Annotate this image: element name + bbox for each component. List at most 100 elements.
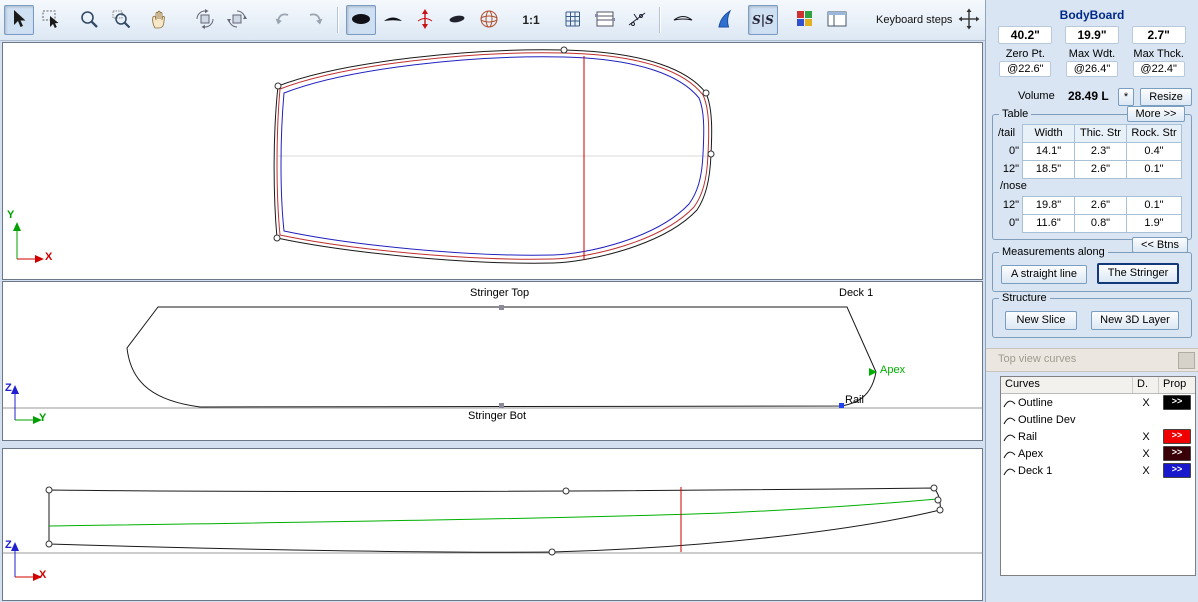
redo-button[interactable] — [300, 5, 330, 35]
table-cell[interactable]: 0.4" — [1126, 142, 1182, 161]
table-cell[interactable]: 14.1" — [1022, 142, 1075, 161]
table-cell[interactable]: 2.3" — [1074, 142, 1127, 161]
cut-button[interactable] — [622, 5, 652, 35]
curve-prop-button[interactable]: >> — [1163, 395, 1191, 410]
thickness-view-button[interactable] — [410, 5, 440, 35]
curve-row-rail[interactable]: Rail X >> — [1001, 428, 1195, 445]
slice-outline[interactable] — [126, 306, 877, 408]
table-cell[interactable]: 1.9" — [1126, 214, 1182, 233]
slice-ellipse-icon — [446, 8, 468, 33]
star-button[interactable]: * — [1118, 88, 1134, 106]
profile-view-canvas[interactable] — [3, 449, 982, 600]
ss-label: S|S — [752, 13, 774, 27]
table-cell[interactable]: 18.5" — [1022, 160, 1075, 179]
colors-button[interactable] — [790, 5, 820, 35]
curve-lens-button[interactable] — [668, 5, 698, 35]
table-cell[interactable]: 2.6" — [1074, 196, 1127, 215]
table-group: Table More >> /tail Width Thic. Str Rock… — [992, 106, 1192, 240]
curves-dock-bar: Top view curves — [986, 348, 1198, 372]
curve-row-outline-dev[interactable]: Outline Dev — [1001, 411, 1195, 428]
profile-outline[interactable] — [48, 487, 941, 553]
curve-icon — [1003, 468, 1016, 475]
orbit-vertical-tool-button[interactable] — [222, 5, 252, 35]
curve-display-toggle[interactable]: X — [1133, 397, 1159, 409]
stringer-bot-label: Stringer Bot — [468, 410, 527, 422]
y-axis-label: Y — [39, 412, 47, 424]
zero-pt-at-value[interactable]: @22.6" — [999, 61, 1052, 77]
pointer-tool-button[interactable] — [4, 5, 34, 35]
move-tool-button[interactable] — [954, 5, 984, 35]
table-cell[interactable]: 11.6" — [1022, 214, 1075, 233]
grid-button[interactable] — [558, 5, 588, 35]
table-cell[interactable]: 19.8" — [1022, 196, 1075, 215]
sphere-wireframe-icon — [478, 8, 500, 33]
zoom-window-tool-button[interactable] — [106, 5, 136, 35]
curve-icon — [1003, 417, 1016, 424]
curve-row-deck1[interactable]: Deck 1 X >> — [1001, 462, 1195, 479]
curve-prop-button[interactable]: >> — [1163, 446, 1191, 461]
table-cell[interactable]: 0.1" — [1126, 160, 1182, 179]
curve-row-apex[interactable]: Apex X >> — [1001, 445, 1195, 462]
curve-display-toggle[interactable]: X — [1133, 465, 1159, 477]
slice-table-button[interactable] — [590, 5, 620, 35]
curves-dock-button[interactable] — [1178, 352, 1195, 369]
max-thickness-value[interactable]: 2.7" — [1131, 26, 1186, 44]
curve-name[interactable]: Outline Dev — [1018, 414, 1075, 426]
slice-view-button[interactable] — [442, 5, 472, 35]
top-view-canvas[interactable] — [3, 43, 982, 279]
profile-view-panel[interactable]: Z X — [2, 448, 983, 601]
slice-table-icon — [594, 8, 616, 33]
outline-curve[interactable] — [273, 49, 713, 264]
table-cell[interactable]: 0.1" — [1126, 196, 1182, 215]
max-width-value[interactable]: 19.9" — [1065, 26, 1119, 44]
curves-dock-title: Top view curves — [998, 353, 1077, 365]
table-cell[interactable]: 0.8" — [1074, 214, 1127, 233]
orbit-vertical-icon — [226, 8, 248, 33]
curve-prop-button[interactable]: >> — [1163, 463, 1191, 478]
control-points[interactable] — [273, 46, 715, 242]
resize-button[interactable]: Resize — [1140, 88, 1192, 106]
hand-icon — [148, 8, 170, 33]
curve-name[interactable]: Apex — [1018, 448, 1043, 460]
volume-label: Volume — [1018, 90, 1055, 102]
thic-str-header[interactable]: Thic. Str — [1074, 124, 1127, 143]
ss-mode-button[interactable]: S|S — [748, 5, 778, 35]
fin-button[interactable] — [710, 5, 740, 35]
zoom-tool-button[interactable] — [74, 5, 104, 35]
more-button[interactable]: More >> — [1127, 106, 1185, 122]
curve-icon — [1003, 400, 1016, 407]
pan-tool-button[interactable] — [144, 5, 174, 35]
new-3d-layer-button[interactable]: New 3D Layer — [1091, 311, 1179, 330]
zero-pt-label: Zero Pt. — [1005, 48, 1045, 60]
btns-button[interactable]: << Btns — [1132, 237, 1188, 253]
outline-view-button[interactable] — [346, 5, 376, 35]
the-stringer-button[interactable]: The Stringer — [1097, 263, 1179, 284]
curve-row-outline[interactable]: Outline X >> — [1001, 394, 1195, 411]
undo-button[interactable] — [268, 5, 298, 35]
slice-view-panel[interactable]: Stringer Top Deck 1 Apex Stringer Bot Ra… — [2, 281, 983, 441]
z-axis-label: Z — [5, 382, 12, 394]
curve-name[interactable]: Outline — [1018, 397, 1053, 409]
scale-1-1-button[interactable]: 1:1 — [516, 5, 546, 35]
curve-name[interactable]: Deck 1 — [1018, 465, 1052, 477]
orbit-horizontal-tool-button[interactable] — [190, 5, 220, 35]
select-box-tool-button[interactable] — [36, 5, 66, 35]
length-value[interactable]: 40.2" — [998, 26, 1053, 44]
curve-display-toggle[interactable]: X — [1133, 448, 1159, 460]
panel-toggle-button[interactable] — [822, 5, 852, 35]
table-cell[interactable]: 2.6" — [1074, 160, 1127, 179]
pointer-icon — [8, 8, 30, 33]
view-3d-button[interactable] — [474, 5, 504, 35]
width-header[interactable]: Width — [1022, 124, 1075, 143]
max-thck-at-value[interactable]: @22.4" — [1132, 61, 1185, 77]
curve-display-toggle[interactable]: X — [1133, 431, 1159, 443]
profile-view-button[interactable] — [378, 5, 408, 35]
curve-prop-button[interactable]: >> — [1163, 429, 1191, 444]
new-slice-button[interactable]: New Slice — [1005, 311, 1077, 330]
curve-name[interactable]: Rail — [1018, 431, 1037, 443]
rock-str-header[interactable]: Rock. Str — [1126, 124, 1182, 143]
top-view-panel[interactable]: Y X — [2, 42, 983, 280]
max-wdt-at-value[interactable]: @26.4" — [1066, 61, 1118, 77]
curves-list: Curves D. Prop Outline X >> Outline Dev … — [1000, 376, 1196, 576]
straight-line-button[interactable]: A straight line — [1001, 265, 1087, 284]
